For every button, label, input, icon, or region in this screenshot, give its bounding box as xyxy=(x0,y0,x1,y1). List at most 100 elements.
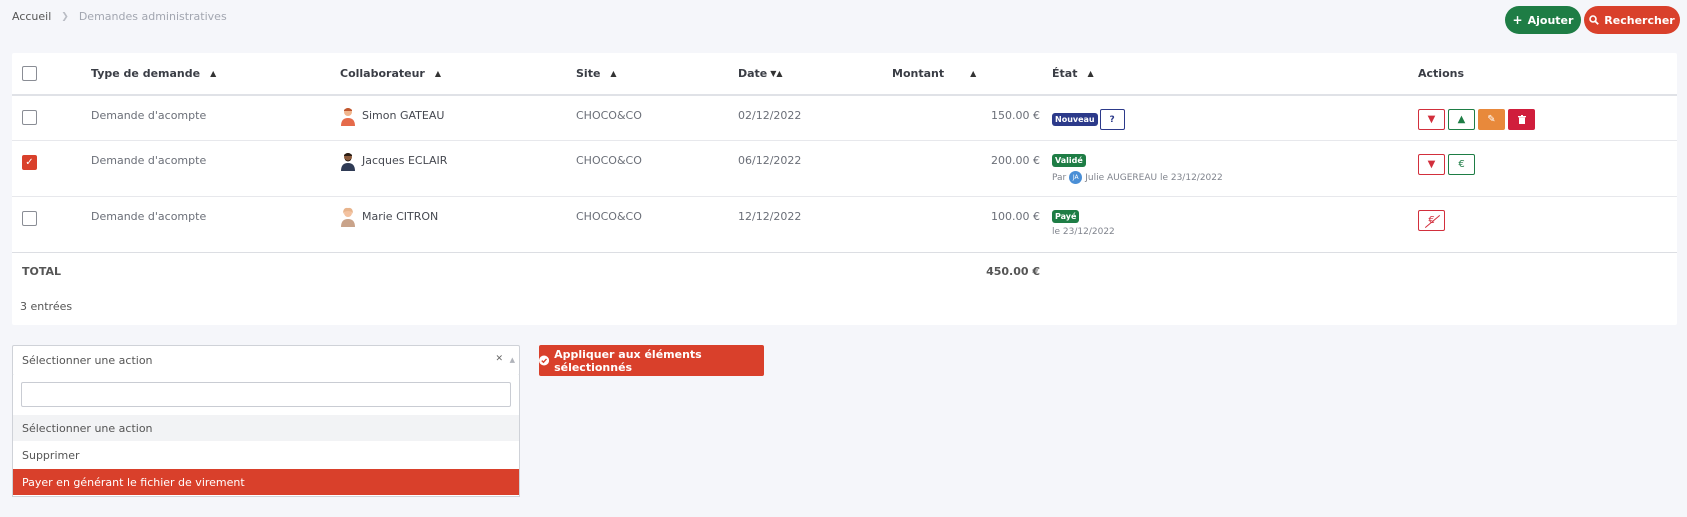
trash-icon xyxy=(1517,115,1526,124)
collaborateur-cell: Marie CITRON xyxy=(340,197,570,252)
euro-icon: € xyxy=(1458,159,1465,170)
sort-down-up-icon: ▼▲ xyxy=(770,69,783,78)
collaborateur-name[interactable]: Jacques ECLAIR xyxy=(362,154,447,167)
collaborateur-name[interactable]: Marie CITRON xyxy=(362,210,438,223)
edit-button[interactable]: ✎ xyxy=(1478,109,1505,130)
date-cell: 06/12/2022 xyxy=(738,154,802,167)
montant-cell: 150.00 € xyxy=(991,109,1040,122)
table-row: ✓ Demande d'acompte Jacques ECLAIR CHOCO… xyxy=(12,141,1677,197)
status-badge: Validé xyxy=(1052,154,1086,167)
table-row: Demande d'acompte Simon GATEAU CHOCO&CO … xyxy=(12,96,1677,141)
row-checkbox[interactable] xyxy=(22,110,37,125)
header-date[interactable]: Date ▼▲ xyxy=(738,53,888,94)
collaborateur-cell: Simon GATEAU xyxy=(340,96,570,140)
question-button[interactable]: ? xyxy=(1099,109,1125,130)
montant-cell: 200.00 € xyxy=(991,154,1040,167)
etat-cell: Nouveau ? xyxy=(1052,96,1392,140)
entries-count: 3 entrées xyxy=(20,300,73,313)
actions-cell: € xyxy=(1418,197,1668,252)
header-date-label: Date xyxy=(738,67,768,80)
date-cell: 12/12/2022 xyxy=(738,210,802,223)
chevron-right-icon: ❯ xyxy=(61,11,69,22)
header-site[interactable]: Site ▲ xyxy=(576,53,726,94)
header-etat[interactable]: État ▲ xyxy=(1052,53,1392,94)
sort-up-icon: ▲ xyxy=(210,69,217,78)
validation-prefix: Par xyxy=(1052,172,1067,183)
pay-button[interactable]: € xyxy=(1448,154,1475,175)
bulk-action-selected: Sélectionner une action xyxy=(22,354,153,367)
reject-button[interactable]: ▼ xyxy=(1418,154,1445,175)
cancel-payment-button[interactable]: € xyxy=(1418,210,1445,231)
avatar xyxy=(341,108,355,126)
top-bar: Accueil ❯ Demandes administratives + Ajo… xyxy=(0,0,1687,40)
edit-icon: ✎ xyxy=(1487,114,1496,125)
apply-selected-button[interactable]: Appliquer aux éléments sélectionnés xyxy=(539,345,764,376)
status-badge: Payé xyxy=(1052,210,1080,223)
header-montant[interactable]: Montant ▲ xyxy=(892,53,1042,94)
header-type-label: Type de demande xyxy=(91,67,201,80)
date-cell: 02/12/2022 xyxy=(738,109,802,122)
header-collaborateur-label: Collaborateur xyxy=(340,67,425,80)
plus-icon: + xyxy=(1512,13,1523,27)
check-icon: ✓ xyxy=(25,157,34,168)
requests-table: Type de demande ▲ Collaborateur ▲ Site ▲… xyxy=(12,53,1677,325)
collaborateur-cell: Jacques ECLAIR xyxy=(340,141,570,196)
type-cell: Demande d'acompte xyxy=(91,154,207,167)
dropdown-option[interactable]: Payer en générant le fichier de virement xyxy=(13,469,519,495)
header-montant-label: Montant xyxy=(892,67,945,80)
sort-up-icon: ▲ xyxy=(434,69,442,78)
row-checkbox[interactable] xyxy=(22,211,37,226)
search-button[interactable]: Rechercher xyxy=(1584,6,1680,34)
table-header: Type de demande ▲ Collaborateur ▲ Site ▲… xyxy=(12,53,1677,96)
check-circle-icon xyxy=(539,355,550,366)
bulk-action-dropdown: Sélectionner une action Supprimer Payer … xyxy=(12,375,520,497)
montant-cell: 100.00 € xyxy=(991,210,1040,223)
add-button[interactable]: + Ajouter xyxy=(1505,6,1581,34)
avatar: JA xyxy=(1069,171,1083,184)
etat-cell: Validé Par JA Julie AUGEREAU le 23/12/20… xyxy=(1052,141,1392,196)
type-cell: Demande d'acompte xyxy=(91,109,207,122)
row-checkbox[interactable]: ✓ xyxy=(22,155,37,170)
thumbs-up-icon: ▲ xyxy=(1457,114,1466,125)
thumbs-down-icon: ▼ xyxy=(1427,159,1436,170)
table-row: Demande d'acompte Marie CITRON CHOCO&CO … xyxy=(12,197,1677,253)
select-all-checkbox[interactable] xyxy=(22,66,37,81)
breadcrumb: Accueil ❯ Demandes administratives xyxy=(12,10,227,23)
dropdown-search-input[interactable] xyxy=(21,382,511,407)
thumbs-down-icon: ▼ xyxy=(1427,114,1436,125)
sort-up-icon: ▲ xyxy=(610,69,617,78)
reject-button[interactable]: ▼ xyxy=(1418,109,1445,130)
header-type[interactable]: Type de demande ▲ xyxy=(91,53,331,94)
site-cell: CHOCO&CO xyxy=(576,154,642,167)
dropdown-option[interactable]: Sélectionner une action xyxy=(13,415,519,441)
sort-up-icon: ▲ xyxy=(970,69,977,78)
dropdown-option[interactable]: Supprimer xyxy=(13,442,519,468)
delete-button[interactable] xyxy=(1508,109,1535,130)
euro-strike-icon: € xyxy=(1428,215,1435,226)
breadcrumb-home-link[interactable]: Accueil xyxy=(12,10,51,23)
type-cell: Demande d'acompte xyxy=(91,210,207,223)
search-icon xyxy=(1589,15,1600,25)
total-label: TOTAL xyxy=(22,265,62,278)
header-etat-label: État xyxy=(1052,67,1078,80)
approve-button[interactable]: ▲ xyxy=(1448,109,1475,130)
validation-info: Par JA Julie AUGEREAU le 23/12/2022 xyxy=(1052,171,1223,184)
bulk-action-select[interactable]: Sélectionner une action ✕ ▲ xyxy=(12,345,520,376)
collaborateur-name[interactable]: Simon GATEAU xyxy=(362,109,444,122)
header-site-label: Site xyxy=(576,67,601,80)
site-cell: CHOCO&CO xyxy=(576,109,642,122)
status-badge: Nouveau xyxy=(1052,113,1098,126)
clear-icon[interactable]: ✕ xyxy=(495,354,503,364)
header-collaborateur[interactable]: Collaborateur ▲ xyxy=(340,53,570,94)
avatar xyxy=(341,207,355,227)
avatar xyxy=(341,153,355,171)
validation-text: Julie AUGEREAU le 23/12/2022 xyxy=(1085,172,1223,183)
header-select-all-cell xyxy=(22,53,52,94)
etat-cell: Payé le 23/12/2022 xyxy=(1052,197,1392,252)
total-row: TOTAL 450.00 € xyxy=(12,253,1677,291)
payment-date: le 23/12/2022 xyxy=(1052,227,1115,237)
breadcrumb-current: Demandes administratives xyxy=(78,10,227,23)
caret-up-icon[interactable]: ▲ xyxy=(510,356,515,364)
header-actions-label: Actions xyxy=(1418,67,1464,80)
sort-up-icon: ▲ xyxy=(1087,69,1094,78)
